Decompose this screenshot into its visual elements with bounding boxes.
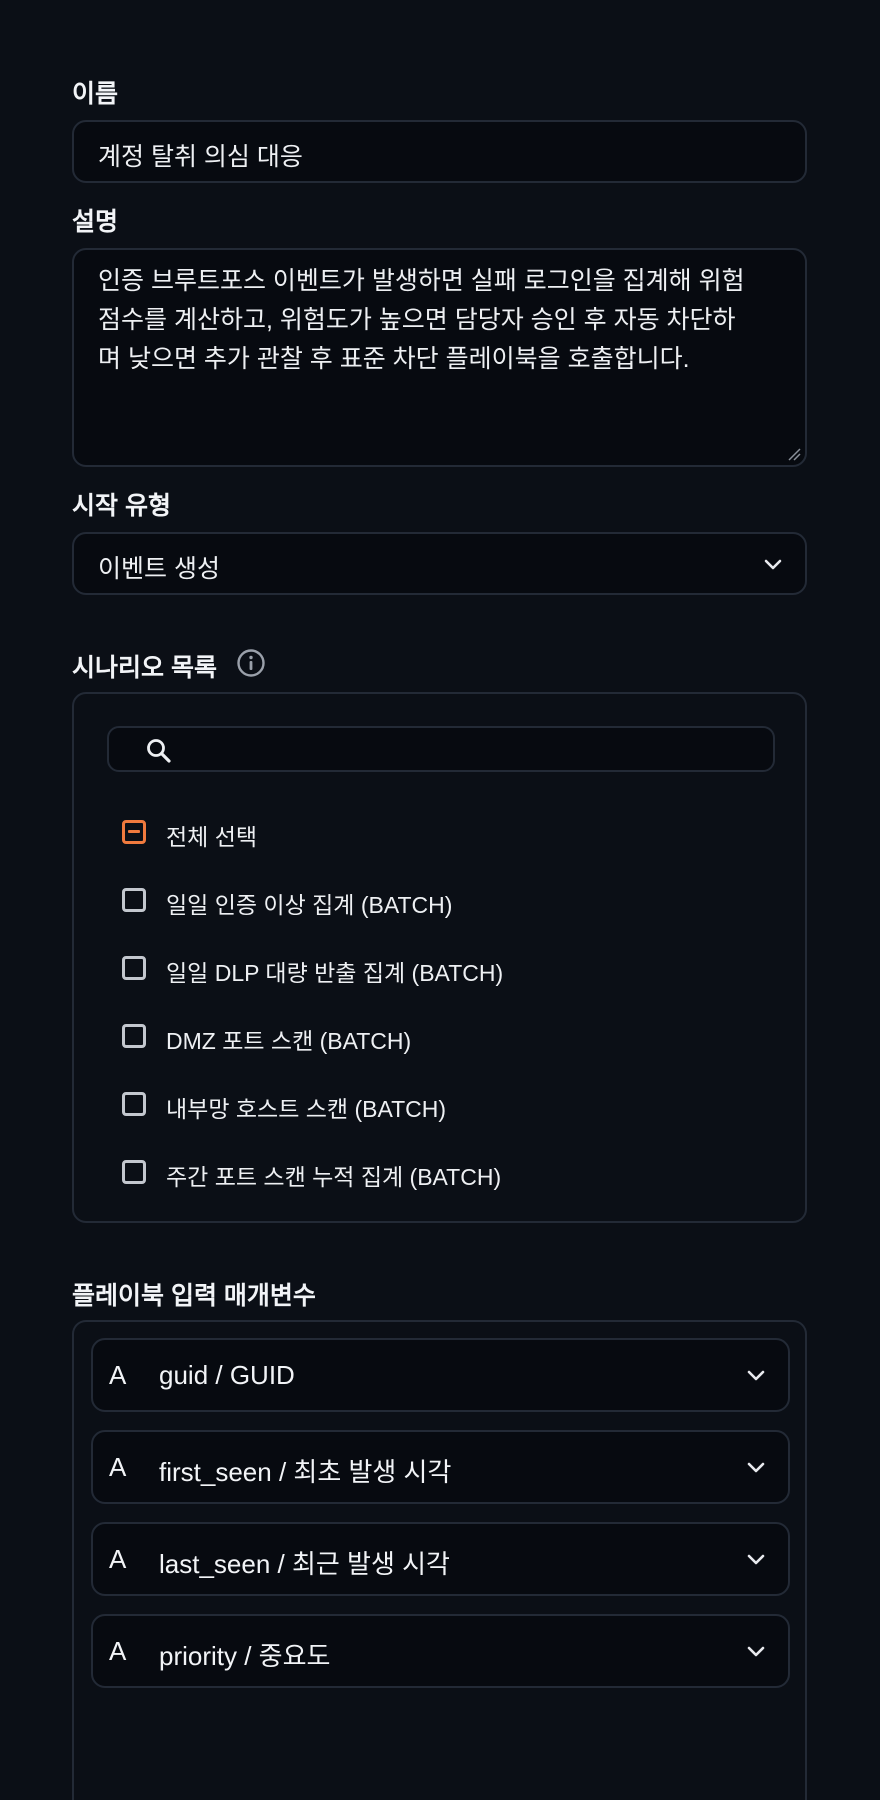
checkbox-icon[interactable]	[122, 1160, 146, 1184]
description-textarea[interactable]: 인증 브루트포스 이벤트가 발생하면 실패 로그인을 집계해 위험 점수를 계산…	[72, 248, 807, 467]
select-all-label: 전체 선택	[166, 824, 258, 850]
start-type-label: 시작 유형	[72, 492, 171, 520]
checkbox-icon[interactable]	[122, 888, 146, 912]
start-type-select[interactable]: 이벤트 생성	[72, 532, 807, 595]
chevron-down-icon	[764, 559, 782, 570]
description-textarea-value: 인증 브루트포스 이벤트가 발생하면 실패 로그인을 집계해 위험 점수를 계산…	[98, 267, 745, 373]
scenario-item-label: DMZ 포트 스캔 (BATCH)	[166, 1028, 412, 1054]
chevron-down-icon[interactable]	[746, 1462, 766, 1474]
scenario-item-label: 일일 DLP 대량 반출 집계 (BATCH)	[166, 960, 504, 986]
scenario-list-panel: 전체 선택 일일 인증 이상 집계 (BATCH) 일일 DLP 대량 반출 집…	[72, 692, 807, 1223]
name-input[interactable]: 계정 탈취 의심 대응	[72, 120, 807, 183]
resize-handle-icon[interactable]	[787, 447, 801, 461]
param-row[interactable]: A priority / 중요도	[91, 1614, 790, 1688]
param-row[interactable]: A guid / GUID	[91, 1338, 790, 1412]
params-title: 플레이북 입력 매개변수	[72, 1282, 316, 1310]
description-label: 설명	[72, 208, 119, 236]
chevron-down-icon[interactable]	[746, 1370, 766, 1382]
start-type-value: 이벤트 생성	[98, 555, 220, 583]
search-icon	[147, 739, 171, 763]
scenario-item-label: 내부망 호스트 스캔 (BATCH)	[166, 1096, 447, 1122]
scenario-item-label: 주간 포트 스캔 누적 집계 (BATCH)	[166, 1164, 502, 1190]
param-name: guid / GUID	[159, 1360, 295, 1390]
chevron-down-icon[interactable]	[746, 1554, 766, 1566]
param-name: priority / 중요도	[159, 1641, 331, 1671]
chevron-down-icon[interactable]	[746, 1646, 766, 1658]
param-row[interactable]: A last_seen / 최근 발생 시각	[91, 1522, 790, 1596]
name-label: 이름	[72, 80, 119, 108]
scenario-item-label: 일일 인증 이상 집계 (BATCH)	[166, 892, 453, 918]
checkbox-icon[interactable]	[122, 1024, 146, 1048]
param-name: last_seen / 최근 발생 시각	[159, 1549, 450, 1579]
param-type: A	[109, 1636, 127, 1666]
checkbox-icon[interactable]	[122, 1092, 146, 1116]
name-input-value: 계정 탈취 의심 대응	[98, 143, 303, 171]
scenarios-title: 시나리오 목록	[72, 654, 217, 682]
param-type: A	[109, 1360, 127, 1390]
param-type: A	[109, 1544, 127, 1574]
param-row[interactable]: A first_seen / 최초 발생 시각	[91, 1430, 790, 1504]
params-panel: A guid / GUID A first_seen / 최초 발생 시각 A …	[72, 1320, 807, 1800]
scenario-search-input[interactable]	[107, 726, 775, 772]
indeterminate-checkbox-icon[interactable]	[122, 820, 146, 844]
checkbox-icon[interactable]	[122, 956, 146, 980]
param-type: A	[109, 1452, 127, 1482]
param-name: first_seen / 최초 발생 시각	[159, 1457, 452, 1487]
info-icon[interactable]	[236, 648, 266, 678]
